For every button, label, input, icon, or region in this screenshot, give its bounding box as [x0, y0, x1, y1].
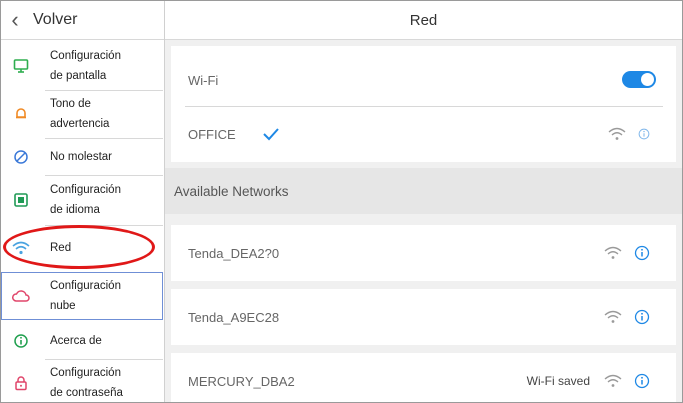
divider: [185, 106, 663, 107]
selection-highlight: [1, 272, 163, 320]
sidebar-item-label: Configuración de idioma: [50, 184, 121, 216]
divider: [1, 39, 164, 40]
available-networks-header: Available Networks: [165, 168, 682, 214]
network-item[interactable]: MERCURY_DBA2 Wi-Fi saved: [171, 353, 676, 402]
wifi-toggle-row: Wi-Fi: [171, 54, 676, 106]
network-row: Tenda_A9EC28: [171, 291, 676, 343]
wifi-lock-icon: [608, 127, 626, 140]
wifi-toggle[interactable]: [622, 71, 656, 88]
sidebar-item-do-not-disturb[interactable]: No molestar: [1, 139, 164, 175]
title-bar: Red: [165, 1, 682, 40]
sidebar-item-label: Tono de advertencia: [50, 98, 110, 130]
lock-icon: [10, 372, 32, 394]
sidebar-item-warning-tone[interactable]: Tono de advertencia: [1, 91, 164, 137]
bell-icon: [10, 103, 32, 125]
network-item[interactable]: Tenda_DEA2?0: [171, 225, 676, 281]
info-icon[interactable]: [638, 128, 650, 140]
sidebar-item-display[interactable]: Configuración de pantalla: [1, 43, 164, 89]
back-label: Volver: [33, 11, 78, 28]
info-icon[interactable]: [634, 373, 650, 389]
network-actions: [604, 291, 650, 343]
network-actions: Wi-Fi saved: [526, 355, 650, 402]
back-button[interactable]: ‹ Volver: [1, 1, 164, 39]
monitor-icon: [10, 55, 32, 77]
section-title: Available Networks: [174, 183, 289, 199]
sidebar-item-language[interactable]: Configuración de idioma: [1, 177, 164, 223]
saved-status: Wi-Fi saved: [526, 374, 590, 388]
sidebar-item-label: Configuración de pantalla: [50, 50, 121, 82]
network-actions: [604, 227, 650, 279]
network-row: Tenda_DEA2?0: [171, 227, 676, 279]
sidebar-item-about[interactable]: Acerca de: [1, 323, 164, 359]
page-title: Red: [409, 11, 438, 29]
wifi-lock-icon: [604, 310, 622, 323]
info-icon: [10, 330, 32, 352]
do-not-disturb-icon: [10, 146, 32, 168]
sidebar-item-label: No molestar: [50, 151, 112, 163]
wifi-card: Wi-Fi OFFICE: [171, 46, 676, 162]
chevron-left-icon: ‹: [11, 7, 19, 32]
settings-window: ‹ Volver Configuración de pantalla Tono d…: [0, 0, 683, 403]
sidebar-item-password[interactable]: Configuración de contraseña: [1, 361, 164, 402]
sidebar-item-label: Configuración de contraseña: [50, 367, 123, 399]
connected-network-row[interactable]: OFFICE: [171, 108, 676, 160]
network-name: MERCURY_DBA2: [188, 373, 295, 389]
info-icon[interactable]: [634, 309, 650, 325]
sidebar: ‹ Volver Configuración de pantalla Tono d…: [1, 1, 165, 402]
language-icon: [10, 189, 32, 211]
network-row: MERCURY_DBA2 Wi-Fi saved: [171, 355, 676, 402]
divider: [45, 175, 163, 176]
network-name: Tenda_A9EC28: [188, 309, 280, 325]
network-panel: Red Wi-Fi OFFICE Available Networks Tend…: [165, 1, 682, 402]
network-actions: [608, 108, 650, 160]
checkmark-icon: [262, 128, 279, 141]
wifi-lock-icon: [604, 374, 622, 387]
info-icon[interactable]: [634, 245, 650, 261]
network-item[interactable]: Tenda_A9EC28: [171, 289, 676, 345]
toggle-knob: [641, 73, 654, 86]
divider: [45, 359, 163, 360]
wifi-lock-icon: [604, 246, 622, 259]
red-annotation-circle: [3, 225, 155, 269]
sidebar-item-label: Acerca de: [50, 335, 102, 347]
network-name: OFFICE: [188, 126, 236, 142]
wifi-label: Wi-Fi: [188, 72, 219, 88]
network-name: Tenda_DEA2?0: [188, 245, 280, 261]
